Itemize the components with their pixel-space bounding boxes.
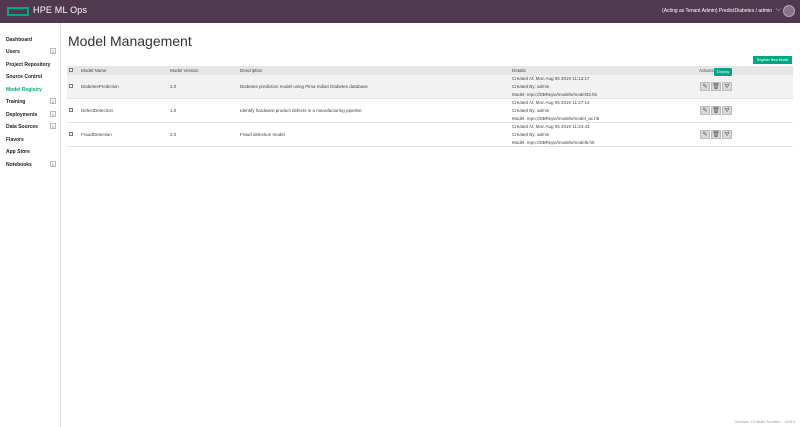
app-title: HPE ML Ops: [33, 5, 88, 15]
sidebar-item-notebooks[interactable]: Notebooks 1: [6, 159, 57, 171]
sidebar-item-model-registry[interactable]: Model Registry: [6, 84, 57, 96]
count-badge: 1: [50, 161, 56, 167]
deploy-tooltip: Deploy: [714, 68, 732, 76]
deploy-icon[interactable]: ⛛: [722, 130, 732, 139]
model-description: Diabetes prediction model using Pima Ind…: [240, 84, 368, 89]
column-header: Actions: [699, 68, 714, 73]
sidebar-item-label: Users: [6, 49, 20, 55]
column-header: Model Version: [170, 68, 199, 73]
version-info: Version: v.0 Build Number : 11913: [734, 419, 795, 424]
model-name: FraudDetection: [81, 132, 112, 137]
delete-icon[interactable]: 🗑: [711, 82, 721, 91]
edit-icon[interactable]: ✎: [700, 82, 710, 91]
model-version: 2.0: [170, 132, 177, 137]
row-checkbox[interactable]: [69, 84, 73, 88]
sidebar-item-label: Source Control: [6, 74, 43, 80]
sidebar-item-label: Deployments: [6, 112, 38, 118]
count-badge: 2: [50, 98, 56, 104]
column-header: Description: [240, 68, 263, 73]
model-path: Model: repo://DBRepo/models/model5.h5: [512, 140, 595, 145]
hpe-logo-icon: [7, 7, 29, 16]
register-new-model-button[interactable]: Register New Model: [753, 56, 792, 64]
sidebar-item-label: Project Repository: [6, 62, 51, 68]
deploy-icon[interactable]: ⛛: [722, 82, 732, 91]
table-row[interactable]: FraudDetection 2.0 Fraud detection model…: [67, 123, 793, 147]
sidebar-item-dashboard[interactable]: Dashboard: [6, 34, 57, 46]
user-info: (Acting as Tenant Admin) PredictDiabetes…: [662, 8, 772, 14]
count-badge: 1: [50, 123, 56, 129]
delete-icon[interactable]: 🗑: [711, 130, 721, 139]
model-description: Fraud detection model: [240, 132, 285, 137]
table-row[interactable]: DiabetesPrediction 1.0 Diabetes predicti…: [67, 75, 793, 99]
edit-icon[interactable]: ✎: [700, 106, 710, 115]
model-name: DefectDetection: [81, 108, 114, 113]
model-path: Model: repo://DBRepo/models/model_ac.h5: [512, 116, 600, 121]
sidebar-item-project-repository[interactable]: Project Repository: [6, 59, 57, 71]
sidebar-item-data-sources[interactable]: Data Sources 1: [6, 121, 57, 133]
sidebar-item-label: Flavors: [6, 137, 24, 143]
count-badge: 1: [50, 48, 56, 54]
model-path: Model: repo://DBRepo/models/model33.h5: [512, 92, 598, 97]
sidebar-item-label: App Store: [6, 149, 30, 155]
model-details: Created At: Mon Aug 05 2019 11:13:17 Cre…: [512, 75, 597, 99]
created-by: Created By: admin: [512, 108, 550, 113]
sidebar-item-app-store[interactable]: App Store: [6, 146, 57, 158]
column-header: Details: [512, 68, 526, 73]
sidebar-item-label: Notebooks: [6, 162, 32, 168]
avatar[interactable]: [783, 5, 795, 17]
column-header: Model Name: [81, 68, 107, 73]
model-name: DiabetesPrediction: [81, 84, 119, 89]
sidebar: Dashboard Users 1 Project Repository Sou…: [0, 23, 61, 427]
chevron-down-icon[interactable]: ⌵: [776, 6, 781, 14]
created-by: Created By: admin: [512, 132, 550, 137]
sidebar-item-label: Dashboard: [6, 37, 33, 43]
sidebar-item-label: Training: [6, 99, 26, 105]
table-header: Model Name Model Version Description Det…: [67, 66, 793, 75]
sidebar-item-flavors[interactable]: Flavors: [6, 134, 57, 146]
deploy-icon[interactable]: ⛛: [722, 106, 732, 115]
model-description: Identify hardware product defects in a m…: [240, 108, 362, 113]
sidebar-item-deployments[interactable]: Deployments 1: [6, 109, 57, 121]
count-badge: 1: [50, 111, 56, 117]
select-all-checkbox[interactable]: [69, 68, 73, 72]
page-title: Model Management: [68, 33, 192, 49]
model-details: Created At: Mon Aug 05 2019 11:24:43 Cre…: [512, 123, 595, 147]
sidebar-item-training[interactable]: Training 2: [6, 96, 57, 108]
model-version: 1.0: [170, 84, 177, 89]
sidebar-item-users[interactable]: Users 1: [6, 46, 57, 58]
sidebar-item-source-control[interactable]: Source Control: [6, 71, 57, 83]
created-at: Created At: Mon Aug 05 2019 11:27:14: [512, 100, 590, 105]
delete-icon[interactable]: 🗑: [711, 106, 721, 115]
model-details: Created At: Mon Aug 05 2019 11:27:14 Cre…: [512, 99, 599, 123]
created-at: Created At: Mon Aug 05 2019 11:13:17: [512, 76, 590, 81]
top-bar: HPE ML Ops (Acting as Tenant Admin) Pred…: [0, 0, 800, 23]
row-checkbox[interactable]: [69, 108, 73, 112]
row-checkbox[interactable]: [69, 132, 73, 136]
sidebar-item-label: Data Sources: [6, 124, 38, 130]
model-version: 1.0: [170, 108, 177, 113]
created-by: Created By: admin: [512, 84, 550, 89]
created-at: Created At: Mon Aug 05 2019 11:24:43: [512, 124, 590, 129]
table-row[interactable]: DefectDetection 1.0 Identify hardware pr…: [67, 99, 793, 123]
sidebar-item-label: Model Registry: [6, 87, 42, 93]
edit-icon[interactable]: ✎: [700, 130, 710, 139]
